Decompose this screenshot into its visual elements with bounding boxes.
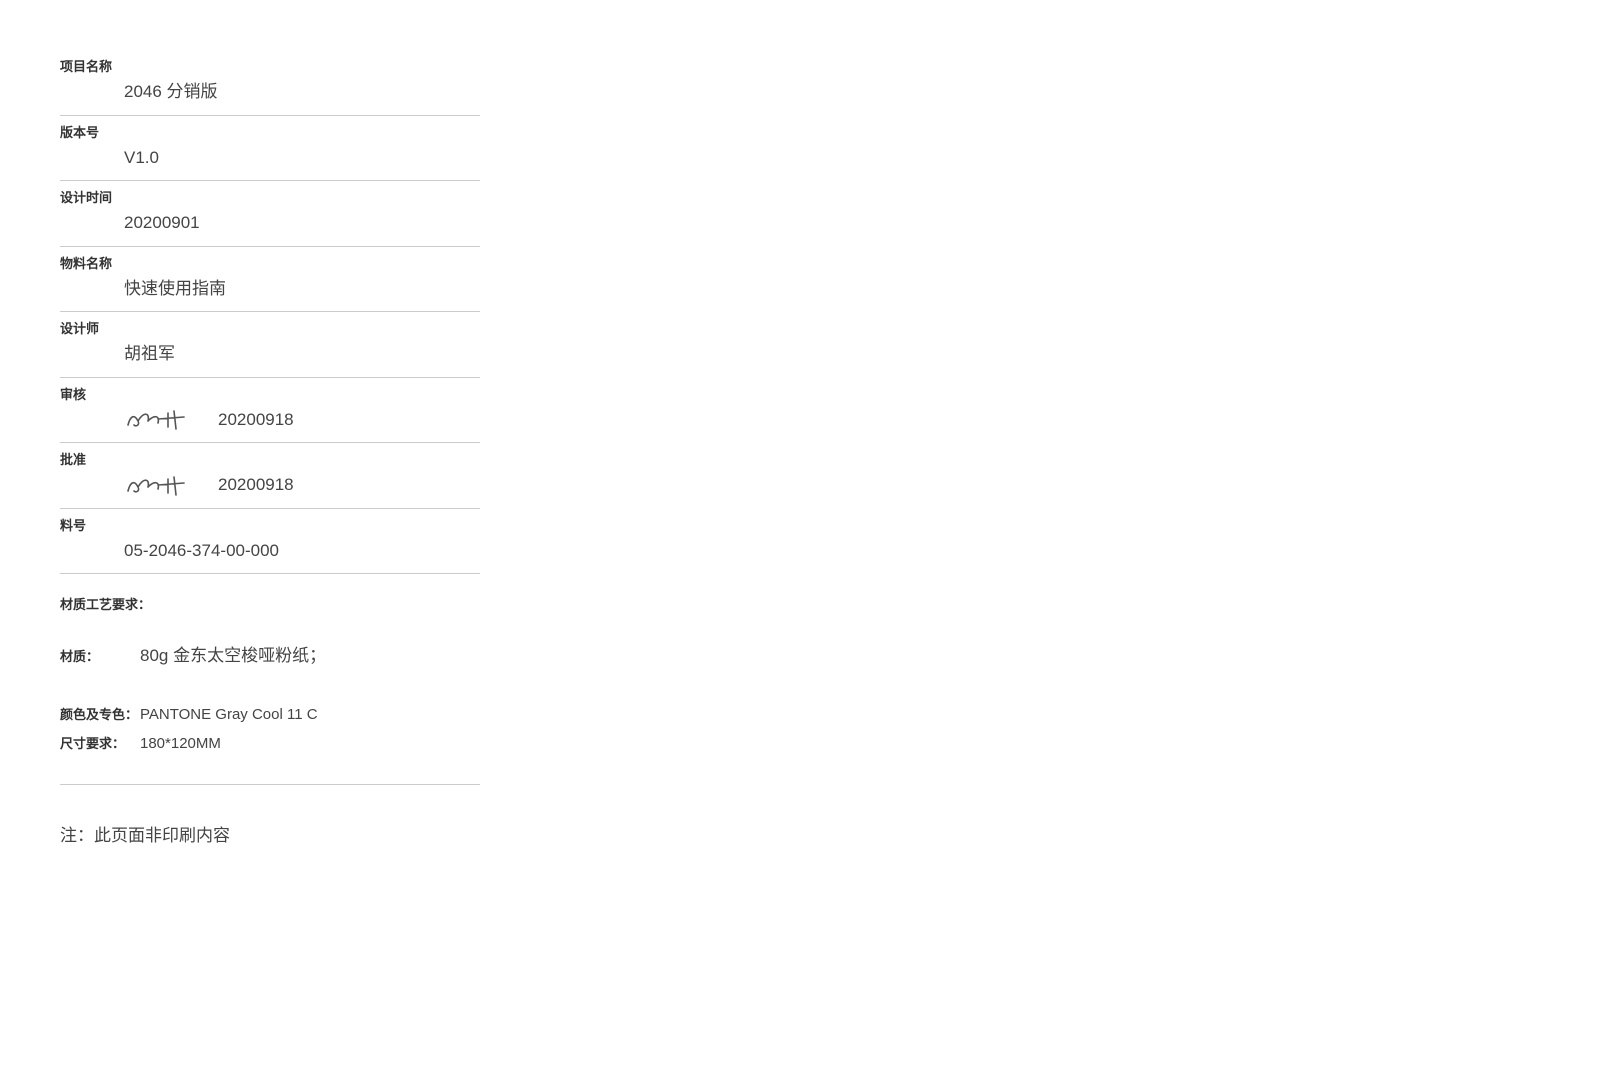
- row-material-name: 物料名称 快速使用指南: [60, 247, 480, 313]
- row-version: 版本号 V1.0: [60, 116, 480, 182]
- spec-color-value: PANTONE Gray Cool 11 C: [140, 706, 318, 723]
- review-date: 20200918: [218, 407, 294, 433]
- row-part-no: 料号 05-2046-374-00-000: [60, 509, 480, 575]
- value-designer: 胡祖军: [60, 341, 480, 371]
- spec-material-label: 材质：: [60, 646, 140, 665]
- spec-size-label: 尺寸要求：: [60, 733, 140, 752]
- spec-section: 材质工艺要求： 材质： 80g 金东太空梭哑粉纸； 颜色及专色： PANTONE…: [60, 594, 480, 785]
- spec-size: 尺寸要求： 180*120MM: [60, 733, 480, 752]
- value-approve: 20200918: [60, 472, 480, 502]
- label-designer: 设计师: [60, 318, 480, 337]
- spec-material: 材质： 80g 金东太空梭哑粉纸；: [60, 641, 480, 666]
- spec-sheet: 项目名称 2046 分销版 版本号 V1.0 设计时间 20200901 物料名…: [60, 50, 480, 846]
- approve-date: 20200918: [218, 472, 294, 498]
- label-review: 审核: [60, 384, 480, 403]
- value-material-name: 快速使用指南: [60, 276, 480, 306]
- spec-color-label: 颜色及专色：: [60, 704, 140, 723]
- footer-note: 注：此页面非印刷内容: [60, 821, 480, 846]
- label-material-name: 物料名称: [60, 253, 480, 272]
- row-designer: 设计师 胡祖军: [60, 312, 480, 378]
- label-project-name: 项目名称: [60, 56, 480, 75]
- label-design-date: 设计时间: [60, 187, 480, 206]
- spec-color: 颜色及专色： PANTONE Gray Cool 11 C: [60, 704, 480, 723]
- row-project-name: 项目名称 2046 分销版: [60, 50, 480, 116]
- spec-title: 材质工艺要求：: [60, 594, 480, 613]
- row-design-date: 设计时间 20200901: [60, 181, 480, 247]
- row-approve: 批准 20200918: [60, 443, 480, 509]
- value-review: 20200918: [60, 407, 480, 437]
- row-review: 审核 20200918: [60, 378, 480, 444]
- value-part-no: 05-2046-374-00-000: [60, 538, 480, 568]
- spec-material-value: 80g 金东太空梭哑粉纸；: [140, 641, 326, 666]
- value-version: V1.0: [60, 145, 480, 175]
- signature-approve: [124, 473, 206, 497]
- value-design-date: 20200901: [60, 210, 480, 240]
- label-part-no: 料号: [60, 515, 480, 534]
- label-approve: 批准: [60, 449, 480, 468]
- spec-size-value: 180*120MM: [140, 735, 221, 752]
- value-project-name: 2046 分销版: [60, 79, 480, 109]
- label-version: 版本号: [60, 122, 480, 141]
- signature-review: [124, 407, 206, 431]
